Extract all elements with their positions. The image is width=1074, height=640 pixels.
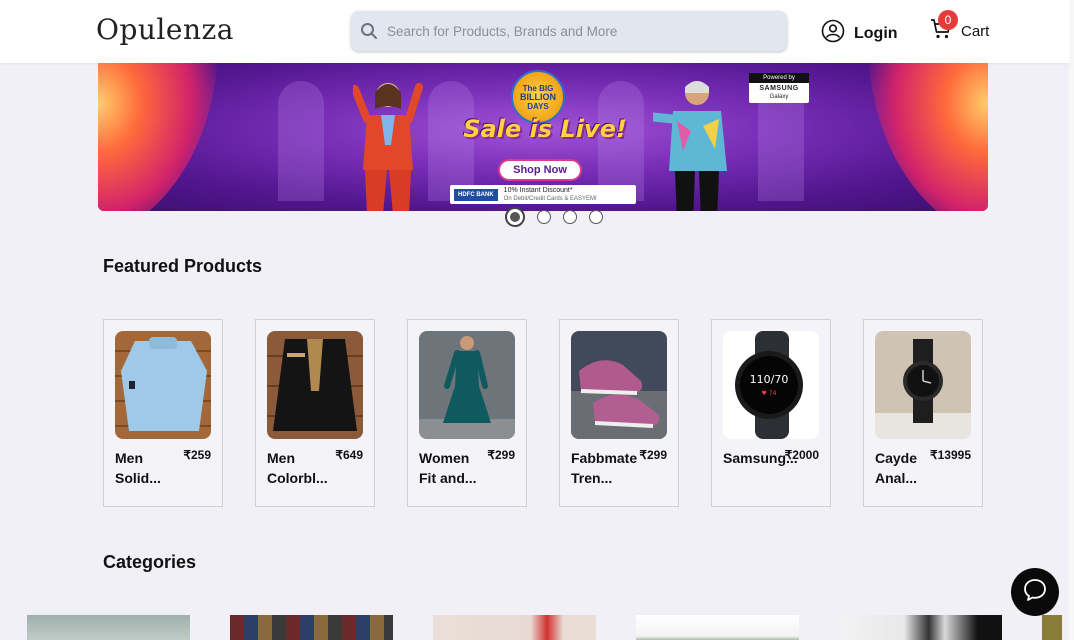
categories-heading: Categories — [103, 552, 197, 572]
product-card[interactable]: Men Colorbl... ₹649 — [255, 319, 375, 507]
sponsor-badge: Powered by SAMSUNG Galaxy — [749, 73, 809, 103]
bank-offer-strip: HDFC BANK 10% Instant Discount* On Debit… — [450, 185, 636, 204]
product-name: Samsung... — [723, 450, 798, 466]
carousel-dots — [505, 207, 603, 227]
product-name: Cayde Anal... — [875, 450, 918, 486]
carousel-dot-2[interactable] — [537, 210, 551, 224]
product-image-jacket — [267, 331, 363, 439]
category-tile[interactable] — [636, 615, 799, 640]
product-card[interactable]: Cayde Anal... ₹13995 — [863, 319, 983, 507]
product-image-smartwatch: 110/70 ♥ 74 — [723, 331, 819, 439]
category-tile[interactable] — [839, 615, 1002, 640]
site-logo[interactable]: Opulenza — [96, 13, 234, 46]
offer-text: 10% Instant Discount* On Debit/Credit Ca… — [504, 187, 597, 203]
banner-model-woman — [353, 83, 423, 211]
offer-line-1: 10% Instant Discount* — [503, 186, 573, 194]
cart-count-badge: 0 — [938, 10, 958, 30]
carousel-dot-1[interactable] — [505, 207, 525, 227]
bank-logo: HDFC BANK — [454, 188, 498, 201]
carousel-dot-4[interactable] — [589, 210, 603, 224]
product-image-sneakers — [571, 331, 667, 439]
carousel-dot-3[interactable] — [563, 210, 577, 224]
product-image-sweater — [115, 331, 211, 439]
product-price: ₹259 — [183, 448, 211, 462]
svg-text:♥ 74: ♥ 74 — [762, 390, 777, 397]
curtain-right — [868, 63, 988, 211]
category-tile-partial[interactable] — [1042, 615, 1062, 640]
product-price: ₹13995 — [929, 448, 971, 462]
product-price: ₹299 — [487, 448, 515, 462]
chat-bubble-icon — [1022, 577, 1048, 608]
product-card[interactable]: Men Solid... ₹259 — [103, 319, 223, 507]
badge-line-2: BILLION — [520, 91, 556, 102]
featured-products-heading: Featured Products — [103, 256, 263, 276]
product-image-analog-watch — [875, 331, 971, 439]
page-scrollbar[interactable] — [1069, 0, 1074, 640]
promo-banner[interactable]: The BIG BILLION DAYS Sale is Live! Shop … — [98, 63, 988, 211]
product-list: Men Solid... ₹259 Men Colorbl... ₹649 Wo… — [103, 319, 983, 507]
user-circle-icon — [821, 19, 845, 48]
login-button[interactable]: Login — [821, 19, 898, 48]
product-image-dress — [419, 331, 515, 439]
banner-arch — [278, 81, 324, 201]
product-card[interactable]: 110/70 ♥ 74 Samsung... ₹2000 — [711, 319, 831, 507]
product-card[interactable]: Fabbmate Tren... ₹299 — [559, 319, 679, 507]
curtain-left — [98, 63, 218, 211]
powered-by-label: Powered by — [749, 73, 809, 83]
svg-text:110/70: 110/70 — [750, 373, 789, 386]
cart-button[interactable]: 0 Cart — [929, 10, 990, 46]
badge-line-3: DAYS — [527, 101, 549, 111]
category-tile[interactable] — [27, 615, 190, 640]
product-name: Men Colorbl... — [267, 450, 328, 486]
category-list — [27, 615, 1002, 640]
search-input[interactable] — [387, 11, 787, 51]
sponsor-name: SAMSUNG — [759, 85, 799, 92]
shop-now-button[interactable]: Shop Now — [498, 159, 582, 181]
search-icon — [351, 11, 387, 51]
category-tile[interactable] — [230, 615, 393, 640]
product-name: Fabbmate Tren... — [571, 450, 638, 486]
login-label: Login — [854, 24, 898, 42]
sponsor-sub: Galaxy — [769, 94, 789, 100]
sale-title: Sale is Live! — [463, 115, 627, 143]
chat-button[interactable] — [1011, 568, 1059, 616]
product-card[interactable]: Women Fit and... ₹299 — [407, 319, 527, 507]
category-tile[interactable] — [433, 615, 596, 640]
offer-line-2: On Debit/Credit Cards & EASYEMI — [503, 195, 597, 202]
product-price: ₹299 — [639, 448, 667, 462]
product-price: ₹2000 — [784, 448, 819, 462]
banner-model-man — [653, 81, 727, 211]
top-header: Opulenza Login 0 Cart — [0, 0, 1074, 63]
product-price: ₹649 — [335, 448, 363, 462]
search-bar[interactable] — [351, 11, 787, 51]
cart-label: Cart — [961, 23, 990, 40]
product-name: Women Fit and... — [419, 450, 477, 486]
product-name: Men Solid... — [115, 450, 161, 486]
